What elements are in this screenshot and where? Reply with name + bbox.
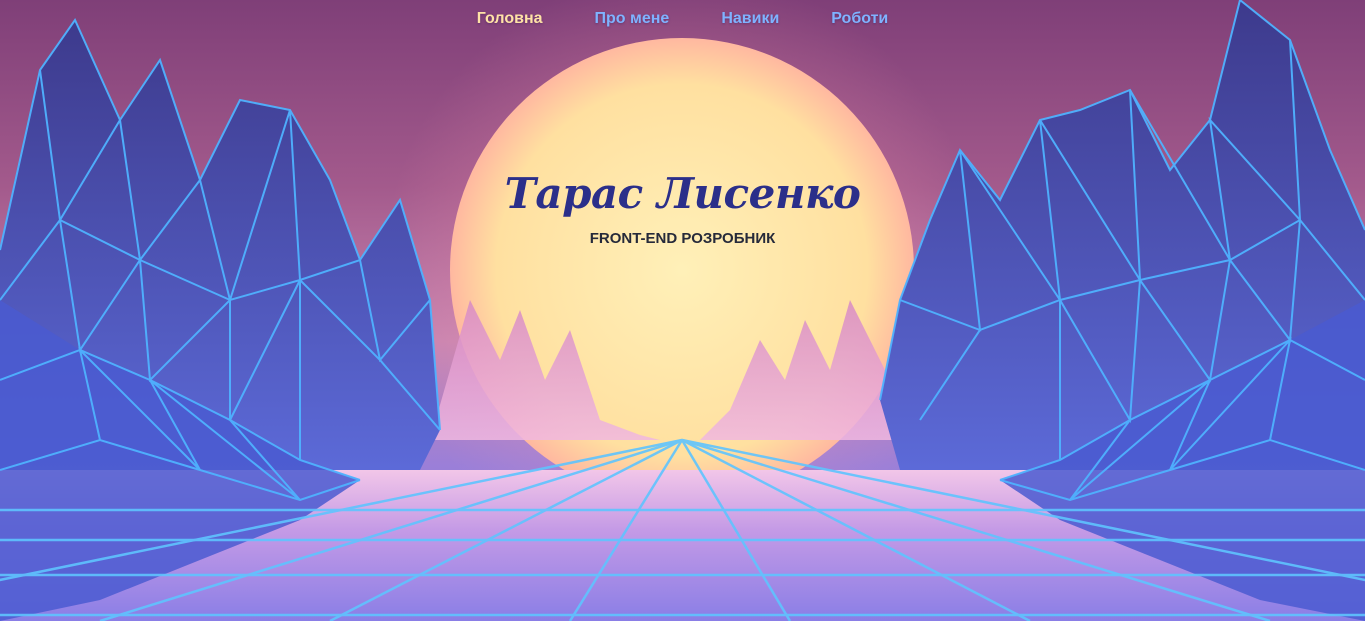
hero-role: FRONT-END РОЗРОБНИК	[589, 230, 776, 247]
nav-item-home[interactable]: Головна	[477, 10, 543, 28]
nav-item-about[interactable]: Про мене	[595, 10, 670, 28]
hero-section: Головна Про мене Навики Роботи Тарас Лис…	[0, 0, 1365, 621]
main-nav: Головна Про мене Навики Роботи	[0, 0, 1365, 38]
nav-item-skills[interactable]: Навики	[721, 10, 779, 28]
nav-item-works[interactable]: Роботи	[831, 10, 888, 28]
hero-title-block: Тарас Лисенко FRONT-END РОЗРОБНИК	[0, 164, 1365, 247]
synthwave-background	[0, 0, 1365, 621]
hero-name: Тарас Лисенко	[504, 169, 861, 218]
